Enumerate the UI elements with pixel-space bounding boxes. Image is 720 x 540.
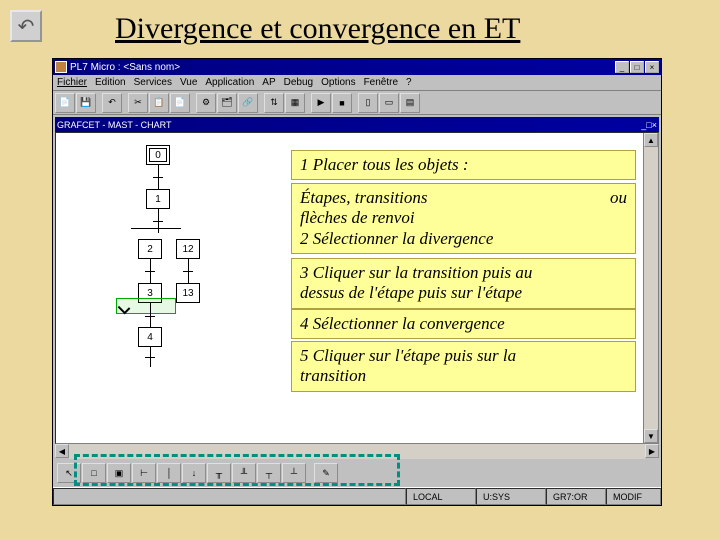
menu-view[interactable]: Vue xyxy=(180,77,197,88)
u-turn-icon: ↶ xyxy=(18,14,35,39)
slide-title: Divergence et convergence en ET xyxy=(115,12,520,46)
palette-comment-tool[interactable]: ✎ xyxy=(314,463,338,483)
grafcet-divergence-bar xyxy=(131,228,181,229)
palette-convergence-or-tool[interactable]: ┴ xyxy=(282,463,306,483)
menu-options[interactable]: Options xyxy=(321,77,355,88)
status-bar: LOCAL U:SYS GR7:OR MODIF xyxy=(53,487,661,505)
instruction-4: 4 Sélectionner la convergence xyxy=(291,309,636,339)
palette-step-tool[interactable]: □ xyxy=(82,463,106,483)
toolbar-arrange-button[interactable]: ▤ xyxy=(400,93,420,113)
scroll-right-icon[interactable]: ▶ xyxy=(645,444,659,458)
status-message xyxy=(53,488,406,505)
vertical-scrollbar[interactable]: ▲ ▼ xyxy=(643,133,658,443)
grafcet-transition[interactable] xyxy=(153,177,163,178)
toolbar-cascade-button[interactable]: ▭ xyxy=(379,93,399,113)
scroll-down-icon[interactable]: ▼ xyxy=(644,429,658,443)
instruction-1: 1 Placer tous les objets : xyxy=(291,150,636,180)
horizontal-scrollbar[interactable]: ◀ ▶ xyxy=(55,444,659,459)
toolbar-copy-button[interactable]: 📋 xyxy=(149,93,169,113)
scroll-up-icon[interactable]: ▲ xyxy=(644,133,658,147)
instruction-5: 5 Cliquer sur l'étape puis sur la transi… xyxy=(291,341,636,392)
document-title-text: GRAFCET - MAST - CHART xyxy=(57,120,172,130)
toolbar-animate-button[interactable]: ▦ xyxy=(285,93,305,113)
document-titlebar: GRAFCET - MAST - CHART _ □ × xyxy=(55,117,659,132)
palette-transition-tool[interactable]: ⊢ xyxy=(132,463,156,483)
toolbar-save-button[interactable]: 💾 xyxy=(76,93,96,113)
grafcet-transition[interactable] xyxy=(183,271,193,272)
instruction-text: flèches de renvoi xyxy=(300,208,627,228)
menu-file[interactable]: Fichier xyxy=(57,77,87,88)
toolbar-undo-button[interactable]: ↶ xyxy=(102,93,122,113)
toolbar-transfer-button[interactable]: ⇅ xyxy=(264,93,284,113)
window-titlebar: PL7 Micro : <Sans nom> _ □ × xyxy=(53,59,661,75)
toolbar-new-button[interactable]: 📄 xyxy=(55,93,75,113)
grafcet-step-4[interactable]: 4 xyxy=(138,327,162,347)
toolbar-cut-button[interactable]: ✂ xyxy=(128,93,148,113)
scroll-track[interactable] xyxy=(644,147,658,429)
menu-bar: Fichier Edition Services Vue Application… xyxy=(53,75,661,91)
menu-services[interactable]: Services xyxy=(134,77,172,88)
toolbar-run-button[interactable]: ▶ xyxy=(311,93,331,113)
menu-ap[interactable]: AP xyxy=(262,77,275,88)
app-icon xyxy=(55,61,67,73)
instruction-text: 5 Cliquer sur l'étape puis sur la xyxy=(300,346,627,366)
palette-initial-step-tool[interactable]: ▣ xyxy=(107,463,131,483)
palette-link-tool[interactable]: │ xyxy=(157,463,181,483)
instruction-text: 3 Cliquer sur la transition puis au xyxy=(300,263,627,283)
grafcet-transition[interactable] xyxy=(153,221,163,222)
window-close-button[interactable]: × xyxy=(645,61,659,73)
palette-convergence-and-tool[interactable]: ╨ xyxy=(232,463,256,483)
grafcet-step-0[interactable]: 0 xyxy=(146,145,170,165)
toolbar-tile-button[interactable]: ▯ xyxy=(358,93,378,113)
instruction-3: 3 Cliquer sur la transition puis au dess… xyxy=(291,258,636,309)
window-minimize-button[interactable]: _ xyxy=(615,61,629,73)
menu-window[interactable]: Fenêtre xyxy=(364,77,398,88)
status-mode: LOCAL xyxy=(406,488,476,505)
menu-edit[interactable]: Edition xyxy=(95,77,126,88)
instruction-text: 1 Placer tous les objets : xyxy=(300,155,627,175)
grafcet-transition[interactable] xyxy=(145,357,155,358)
menu-application[interactable]: Application xyxy=(205,77,254,88)
palette-select-tool[interactable]: ↖ xyxy=(57,463,81,483)
window-maximize-button[interactable]: □ xyxy=(630,61,644,73)
status-grid: GR7:OR xyxy=(546,488,606,505)
scroll-track[interactable] xyxy=(69,444,645,459)
grafcet-step-12[interactable]: 12 xyxy=(176,239,200,259)
window-title-text: PL7 Micro : <Sans nom> xyxy=(70,62,180,73)
grafcet-step-1[interactable]: 1 xyxy=(146,189,170,209)
instruction-2: Étapes, transitions ou flèches de renvoi… xyxy=(291,183,636,254)
grafcet-transition[interactable] xyxy=(145,271,155,272)
grafcet-step-2[interactable]: 2 xyxy=(138,239,162,259)
toolbar-config-button[interactable]: ⚙ xyxy=(196,93,216,113)
instruction-text: 4 Sélectionner la convergence xyxy=(300,314,627,334)
back-button[interactable]: ↶ xyxy=(10,10,42,42)
toolbar-cross-ref-button[interactable]: 🔗 xyxy=(238,93,258,113)
doc-close-button[interactable]: × xyxy=(652,120,657,130)
toolbar-stop-button[interactable]: ■ xyxy=(332,93,352,113)
instruction-text: 2 Sélectionner la divergence xyxy=(300,229,627,249)
palette-divergence-and-tool[interactable]: ╥ xyxy=(207,463,231,483)
menu-debug[interactable]: Debug xyxy=(284,77,313,88)
scroll-left-icon[interactable]: ◀ xyxy=(55,444,69,458)
status-sys: U:SYS xyxy=(476,488,546,505)
toolbar-paste-button[interactable]: 📄 xyxy=(170,93,190,113)
instruction-text: Étapes, transitions ou xyxy=(300,188,627,208)
grafcet-step-13[interactable]: 13 xyxy=(176,283,200,303)
grafcet-transition[interactable] xyxy=(145,316,155,317)
main-toolbar: 📄 💾 ↶ ✂ 📋 📄 ⚙ 🗂 🔗 ⇅ ▦ ▶ ■ ▯ ▭ ▤ xyxy=(53,91,661,115)
toolbar-browser-button[interactable]: 🗂 xyxy=(217,93,237,113)
instruction-text: dessus de l'étape puis sur l'étape xyxy=(300,283,627,303)
palette-jump-tool[interactable]: ↓ xyxy=(182,463,206,483)
instruction-text: transition xyxy=(300,366,627,386)
grafcet-link xyxy=(150,303,151,327)
status-edit: MODIF xyxy=(606,488,661,505)
menu-help[interactable]: ? xyxy=(406,77,412,88)
grafcet-palette: ↖ □ ▣ ⊢ │ ↓ ╥ ╨ ┬ ┴ ✎ xyxy=(55,461,659,485)
palette-divergence-or-tool[interactable]: ┬ xyxy=(257,463,281,483)
